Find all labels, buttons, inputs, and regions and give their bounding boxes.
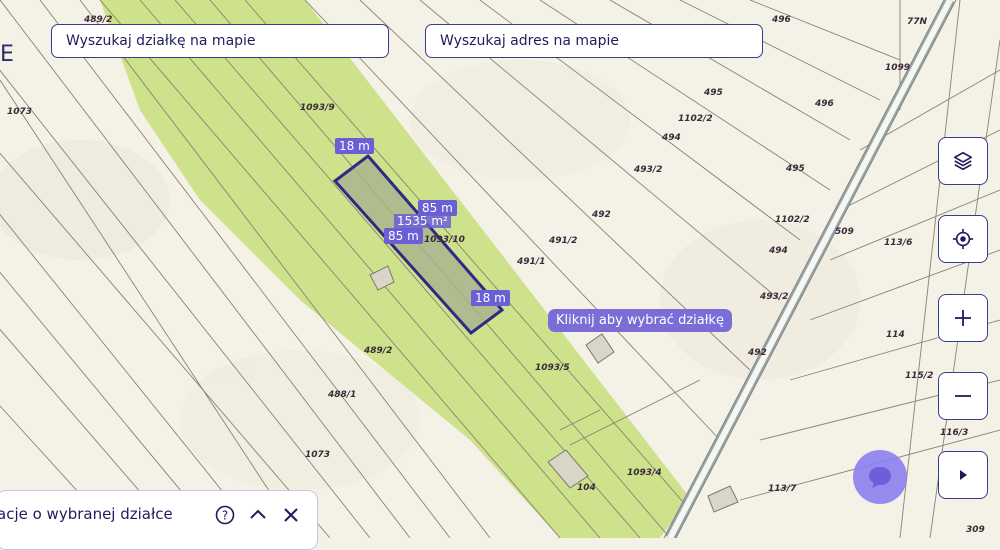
parcel-label-1093-5: 1093/5 [535,363,570,373]
parcel-label-495: 495 [703,88,723,98]
parcel-label-495-b: 495 [785,164,805,174]
locate-button[interactable] [938,215,988,263]
parcel-search-placeholder: Wyszukaj działkę na mapie [66,33,256,49]
plus-icon [955,310,971,326]
parcel-label-493-2-b: 493/2 [759,292,788,302]
address-search-placeholder: Wyszukaj adres na mapie [440,33,619,49]
selected-parcel-id: 1093/10 [424,235,465,245]
parcel-area: 1535 m² [394,214,451,228]
layers-icon [953,151,973,171]
parcel-label-113-6: 113/6 [884,238,912,248]
parcel-label-489-2-b: 489/2 [363,346,392,356]
collapse-icon[interactable] [248,505,268,529]
expand-panel-button[interactable] [938,451,988,499]
zoom-in-button[interactable] [938,294,988,342]
parcel-label-492-b: 492 [747,348,767,358]
parcel-label-1093-9: 1093/9 [300,103,335,113]
parcel-label-1073-b: 1073 [305,450,330,460]
parcel-label-114: 114 [886,330,905,340]
crosshair-icon [952,228,974,250]
zoom-out-button[interactable] [938,372,988,420]
parcel-label-1093-4: 1093/4 [627,468,662,478]
select-parcel-tooltip: Kliknij aby wybrać działkę [548,309,732,332]
parcel-label-1073: 1073 [7,107,32,117]
parcel-label-493-2: 493/2 [633,165,662,175]
play-arrow-icon [960,470,967,480]
minus-icon [955,395,971,397]
edge-letter: E [0,42,14,67]
parcel-label-491-2: 491/2 [548,236,577,246]
close-icon[interactable] [281,505,301,529]
parcel-label-113-7: 113/7 [768,484,797,494]
parcel-label-115-2: 115/2 [905,371,933,381]
chat-button[interactable] [853,450,907,504]
parcel-label-1099: 1099 [885,63,910,73]
svg-text:?: ? [222,509,228,523]
parcel-label-104: 104 [577,483,596,493]
layers-button[interactable] [938,137,988,185]
parcel-label-77n: 77N [907,17,928,27]
parcel-info-panel[interactable]: acje o wybranej działce ? [0,490,318,550]
help-icon[interactable]: ? [215,505,235,529]
parcel-search-input[interactable]: Wyszukaj działkę na mapie [51,24,389,58]
map-canvas[interactable]: 489/2 77N 496 1073 1093/9 1099 495 496 1… [0,0,1000,538]
parcel-label-496-b: 496 [814,99,834,109]
dimension-top: 18 m [335,138,374,154]
parcel-label-1102-2: 1102/2 [678,114,713,124]
dimension-bottom: 18 m [471,290,510,306]
parcel-label-491-1: 491/1 [516,257,545,267]
parcel-label-116-3: 116/3 [940,428,968,438]
address-search-input[interactable]: Wyszukaj adres na mapie [425,24,763,58]
parcel-info-title: acje o wybranej działce [0,505,173,523]
chat-bubble-icon [869,467,891,488]
parcel-label-509: 509 [835,227,854,237]
parcel-label-494-b: 494 [768,246,788,256]
parcel-label-494: 494 [661,133,681,143]
parcel-label-309: 309 [966,525,985,535]
parcel-label-1102-2-b: 1102/2 [775,215,810,225]
dimension-lower: 85 m [384,228,423,244]
parcel-label-492: 492 [591,210,611,220]
parcel-label-496: 496 [771,15,791,25]
parcel-label-488-1: 488/1 [327,390,356,400]
